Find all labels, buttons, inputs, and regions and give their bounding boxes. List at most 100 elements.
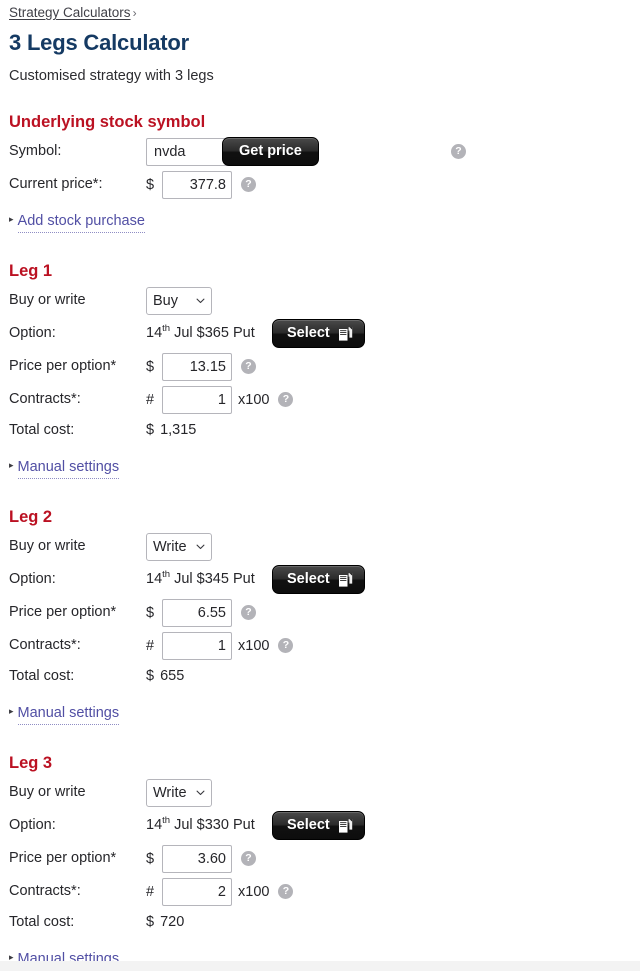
current-price-label: Current price*: (9, 176, 103, 192)
add-stock-purchase-link[interactable]: Add stock purchase (17, 212, 145, 233)
contracts-input[interactable] (162, 631, 232, 660)
symbol-label: Symbol: (9, 143, 62, 159)
page-subtitle: Customised strategy with 3 legs (9, 68, 214, 84)
leg-title: Leg 3 (9, 754, 53, 772)
breadcrumb-link-strategy-calculators[interactable]: Strategy Calculators (9, 5, 131, 20)
row-option: Option: 14th Jul $365 Put Select (9, 319, 640, 348)
total-cost-value: $655 (146, 667, 184, 686)
get-price-button[interactable]: Get price (222, 137, 319, 166)
buy-or-write-select-wrap: BuyWrite (146, 532, 212, 561)
row-option: Option: 14th Jul $330 Put Select (9, 811, 640, 840)
leg-block: Leg 3 Buy or write BuyWrite Option: 14th… (0, 753, 640, 971)
contracts-label: Contracts*: (9, 391, 81, 407)
manual-settings-link[interactable]: Manual settings (17, 704, 120, 725)
row-contracts: Contracts*: # x100 ? (9, 385, 640, 414)
manual-settings-link[interactable]: Manual settings (17, 458, 120, 479)
symbol-help-icon[interactable]: ? (451, 144, 466, 159)
section-header-underlying-stock-symbol: Underlying stock symbol (9, 113, 206, 131)
price-per-option-help-icon[interactable]: ? (241, 359, 256, 374)
option-value: 14th Jul $330 Put (146, 816, 264, 835)
contracts-label: Contracts*: (9, 637, 81, 653)
price-per-option-help-icon[interactable]: ? (241, 851, 256, 866)
row-contracts: Contracts*: # x100 ? (9, 877, 640, 906)
total-cost-currency: $ (146, 668, 155, 684)
contracts-help-icon[interactable]: ? (278, 884, 294, 899)
total-cost-label: Total cost: (9, 668, 75, 684)
select-label: Select (287, 571, 330, 588)
total-cost-label: Total cost: (9, 422, 75, 438)
select-option-button[interactable]: Select (272, 565, 365, 594)
contracts-input[interactable] (162, 385, 232, 414)
price-per-option-input[interactable] (162, 598, 232, 627)
total-cost-currency: $ (146, 422, 155, 438)
row-option: Option: 14th Jul $345 Put Select (9, 565, 640, 594)
select-option-button[interactable]: Select (272, 319, 365, 348)
contracts-help-icon[interactable]: ? (278, 638, 294, 653)
price-currency-symbol: $ (146, 604, 155, 621)
price-per-option-label: Price per option* (9, 850, 117, 866)
add-stock-purchase-expander[interactable]: ▸ Add stock purchase (9, 212, 145, 233)
buy-or-write-select[interactable]: BuyWrite (146, 532, 212, 561)
buy-or-write-select-wrap: BuyWrite (146, 778, 212, 807)
option-ordinal: th (162, 815, 171, 827)
contracts-multiplier: x100 (238, 637, 270, 654)
option-rest: Jul $330 Put (174, 817, 255, 833)
buy-or-write-label: Buy or write (9, 292, 86, 308)
total-cost-value: $720 (146, 913, 184, 932)
row-total-cost: Total cost: $720 (9, 908, 640, 937)
row-total-cost: Total cost: $655 (9, 662, 640, 691)
manual-settings-expander[interactable]: ▸ Manual settings (9, 704, 120, 725)
option-rest: Jul $365 Put (174, 325, 255, 341)
option-ordinal: th (162, 569, 171, 581)
current-price-input[interactable] (162, 170, 232, 199)
row-price-per-option: Price per option* $ ? (9, 844, 640, 873)
expander-triangle-icon: ▸ (9, 214, 14, 224)
option-day: 14 (146, 325, 163, 341)
option-day: 14 (146, 571, 163, 587)
breadcrumb-separator: › (132, 6, 137, 20)
select-option-button[interactable]: Select (272, 811, 365, 840)
total-cost-value: $1,315 (146, 421, 196, 440)
buy-or-write-label: Buy or write (9, 784, 86, 800)
row-price-per-option: Price per option* $ ? (9, 598, 640, 627)
currency-symbol: $ (146, 176, 155, 193)
calculator-page: Strategy Calculators › 3 Legs Calculator … (0, 0, 640, 971)
leg-block: Leg 2 Buy or write BuyWrite Option: 14th… (0, 507, 640, 725)
option-day: 14 (146, 817, 163, 833)
contracts-help-icon[interactable]: ? (278, 392, 294, 407)
contracts-input[interactable] (162, 877, 232, 906)
price-per-option-input[interactable] (162, 352, 232, 381)
price-per-option-help-icon[interactable]: ? (241, 605, 256, 620)
total-cost-currency: $ (146, 914, 155, 930)
contracts-multiplier: x100 (238, 883, 270, 900)
current-price-help-icon[interactable]: ? (241, 177, 256, 192)
get-price-label: Get price (239, 143, 302, 160)
row-price-per-option: Price per option* $ ? (9, 352, 640, 381)
price-currency-symbol: $ (146, 850, 155, 867)
price-per-option-input[interactable] (162, 844, 232, 873)
price-per-option-label: Price per option* (9, 358, 117, 374)
option-rest: Jul $345 Put (174, 571, 255, 587)
buy-or-write-label: Buy or write (9, 538, 86, 554)
leg-title: Leg 1 (9, 262, 53, 280)
option-ordinal: th (162, 323, 171, 335)
total-cost-amount: 1,315 (160, 422, 197, 438)
row-contracts: Contracts*: # x100 ? (9, 631, 640, 660)
price-per-option-label: Price per option* (9, 604, 117, 620)
contracts-hash-symbol: # (146, 391, 155, 408)
buy-or-write-select[interactable]: BuyWrite (146, 286, 212, 315)
option-label: Option: (9, 817, 56, 833)
row-total-cost: Total cost: $1,315 (9, 416, 640, 445)
legs-container: Leg 1 Buy or write BuyWrite Option: 14th… (0, 261, 640, 971)
total-cost-amount: 655 (160, 668, 185, 684)
buy-or-write-select[interactable]: BuyWrite (146, 778, 212, 807)
manual-settings-expander[interactable]: ▸ Manual settings (9, 458, 120, 479)
new-window-icon (338, 326, 353, 342)
contracts-multiplier: x100 (238, 391, 270, 408)
page-title: 3 Legs Calculator (9, 30, 189, 55)
contracts-hash-symbol: # (146, 637, 155, 654)
select-label: Select (287, 817, 330, 834)
row-buy-or-write: Buy or write BuyWrite (9, 532, 640, 561)
new-window-icon (338, 572, 353, 588)
row-current-price: Current price*: $ ? (9, 170, 640, 199)
